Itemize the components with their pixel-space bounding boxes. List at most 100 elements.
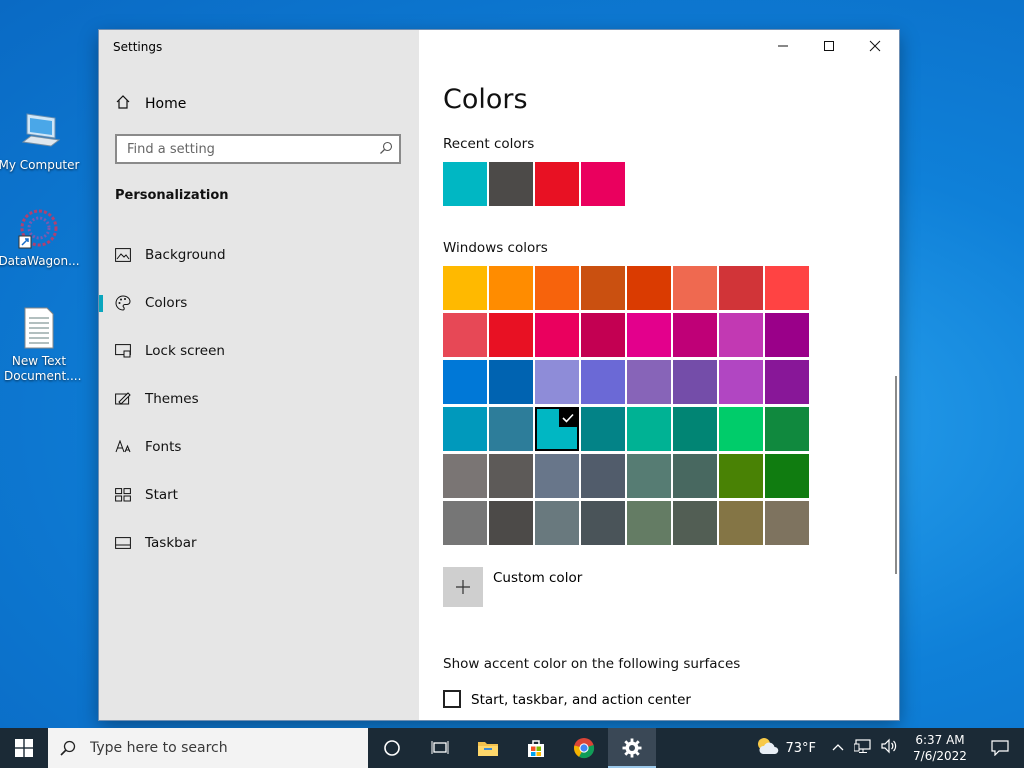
color-swatch[interactable] <box>581 313 625 357</box>
sidebar-item-label: Lock screen <box>145 343 225 359</box>
color-swatch[interactable] <box>765 501 809 545</box>
sidebar: Settings Home Personalization Background <box>99 30 419 720</box>
palette-icon <box>115 295 131 311</box>
color-swatch-selected[interactable] <box>535 407 579 451</box>
color-swatch[interactable] <box>627 313 671 357</box>
color-swatch[interactable] <box>581 360 625 404</box>
recent-color-swatch[interactable] <box>489 162 533 206</box>
weather-temperature[interactable]: 73°F <box>785 741 816 756</box>
settings-taskbar-button[interactable] <box>608 728 656 768</box>
notification-icon[interactable] <box>976 740 1024 756</box>
task-view-button[interactable] <box>416 728 464 768</box>
store-button[interactable] <box>512 728 560 768</box>
lock-screen-icon <box>115 343 131 359</box>
scrollbar[interactable] <box>895 376 897 574</box>
color-swatch[interactable] <box>443 407 487 451</box>
recent-color-swatch[interactable] <box>535 162 579 206</box>
search-icon[interactable] <box>373 140 399 159</box>
color-swatch[interactable] <box>489 313 533 357</box>
color-swatch[interactable] <box>719 313 763 357</box>
home-icon <box>115 94 131 114</box>
home-link[interactable]: Home <box>115 94 186 114</box>
close-button[interactable] <box>852 30 898 62</box>
color-swatch[interactable] <box>535 501 579 545</box>
color-swatch[interactable] <box>627 407 671 451</box>
taskbar-icon <box>115 535 131 551</box>
sidebar-item-fonts[interactable]: Fonts <box>99 427 419 467</box>
color-swatch[interactable] <box>581 407 625 451</box>
color-swatch[interactable] <box>489 266 533 310</box>
color-swatch[interactable] <box>627 266 671 310</box>
sidebar-item-background[interactable]: Background <box>99 235 419 275</box>
sidebar-item-colors[interactable]: Colors <box>99 283 419 323</box>
volume-icon[interactable] <box>880 738 898 758</box>
taskbar-search-input[interactable] <box>88 739 352 757</box>
color-swatch[interactable] <box>535 360 579 404</box>
color-swatch[interactable] <box>489 360 533 404</box>
color-swatch[interactable] <box>443 313 487 357</box>
color-swatch[interactable] <box>719 266 763 310</box>
recent-color-swatch[interactable] <box>581 162 625 206</box>
color-swatch[interactable] <box>627 454 671 498</box>
sidebar-item-lock-screen[interactable]: Lock screen <box>99 331 419 371</box>
color-swatch[interactable] <box>627 360 671 404</box>
checkbox-label[interactable]: Start, taskbar, and action center <box>471 692 691 708</box>
color-swatch[interactable] <box>673 454 717 498</box>
start-button[interactable] <box>0 728 48 768</box>
color-swatch[interactable] <box>765 266 809 310</box>
maximize-icon <box>824 41 834 51</box>
chrome-button[interactable] <box>560 728 608 768</box>
color-swatch[interactable] <box>535 266 579 310</box>
color-swatch[interactable] <box>765 313 809 357</box>
color-swatch[interactable] <box>581 266 625 310</box>
weather-icon[interactable] <box>755 736 781 760</box>
network-icon[interactable] <box>853 738 872 758</box>
sidebar-item-start[interactable]: Start <box>99 475 419 515</box>
file-explorer-button[interactable] <box>464 728 512 768</box>
color-swatch[interactable] <box>489 454 533 498</box>
sidebar-item-taskbar[interactable]: Taskbar <box>99 523 419 563</box>
custom-color-label[interactable]: Custom color <box>493 570 582 586</box>
desktop-icon-new-text-document[interactable]: New Text Document.... <box>0 306 82 384</box>
color-swatch[interactable] <box>535 454 579 498</box>
minimize-button[interactable] <box>760 30 806 62</box>
cortana-button[interactable] <box>368 728 416 768</box>
desktop-icon-datawagon[interactable]: DataWagon... <box>0 206 82 269</box>
color-swatch[interactable] <box>673 501 717 545</box>
color-swatch[interactable] <box>443 454 487 498</box>
color-swatch[interactable] <box>673 360 717 404</box>
color-swatch[interactable] <box>719 501 763 545</box>
color-swatch[interactable] <box>489 501 533 545</box>
color-swatch[interactable] <box>765 454 809 498</box>
color-swatch[interactable] <box>673 407 717 451</box>
recent-color-swatch[interactable] <box>443 162 487 206</box>
desktop-icon-label: My Computer <box>0 158 80 172</box>
color-swatch[interactable] <box>443 266 487 310</box>
color-swatch[interactable] <box>443 501 487 545</box>
search-input[interactable] <box>117 141 373 157</box>
start-taskbar-checkbox[interactable] <box>443 690 461 708</box>
sidebar-item-label: Fonts <box>145 439 182 455</box>
color-swatch[interactable] <box>673 313 717 357</box>
color-swatch[interactable] <box>627 501 671 545</box>
color-swatch[interactable] <box>719 454 763 498</box>
color-swatch[interactable] <box>581 501 625 545</box>
sidebar-item-themes[interactable]: Themes <box>99 379 419 419</box>
start-icon <box>115 487 131 503</box>
task-view-icon <box>431 741 449 754</box>
color-swatch[interactable] <box>443 360 487 404</box>
desktop-icon-label: DataWagon... <box>0 254 80 268</box>
color-swatch[interactable] <box>765 407 809 451</box>
desktop-icon-my-computer[interactable]: My Computer <box>0 110 82 173</box>
color-swatch[interactable] <box>489 407 533 451</box>
color-swatch[interactable] <box>673 266 717 310</box>
color-swatch[interactable] <box>765 360 809 404</box>
color-swatch[interactable] <box>719 360 763 404</box>
chevron-up-icon[interactable] <box>832 739 844 758</box>
clock[interactable]: 6:37 AM 7/6/2022 <box>904 732 976 764</box>
color-swatch[interactable] <box>581 454 625 498</box>
maximize-button[interactable] <box>806 30 852 62</box>
color-swatch[interactable] <box>535 313 579 357</box>
custom-color-button[interactable] <box>443 567 483 607</box>
color-swatch[interactable] <box>719 407 763 451</box>
